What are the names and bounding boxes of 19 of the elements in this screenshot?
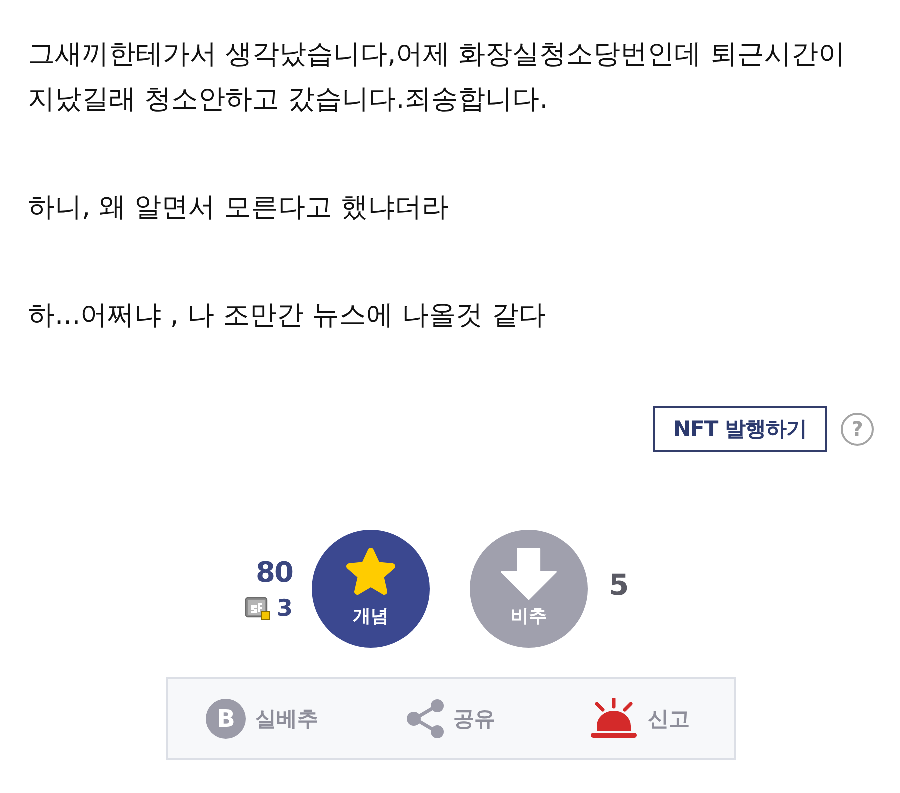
post-paragraph: 하...어쩌냐 , 나 조만간 뉴스에 나올것 같다	[28, 299, 547, 333]
letter-badge-icon: B	[206, 698, 246, 738]
post-paragraph: 그새끼한테가서 생각났습니다,어제 화장실청소당번인데 퇴근시간이 지났길래 청소안하고 갔습니다.죄송합니다.	[28, 38, 846, 117]
siren-icon	[589, 698, 640, 740]
action-button[interactable]: B 실베추	[206, 698, 318, 738]
post-paragraph: 하니, 왜 알면서 모른다고 했냐더라	[28, 191, 450, 225]
down-arrow-icon	[500, 547, 558, 601]
downvote-button[interactable]: 비추	[470, 530, 588, 648]
nft-issue-button[interactable]: NFT 발행하기	[653, 406, 827, 452]
downvote-count: 5	[609, 568, 630, 602]
share-icon	[406, 698, 444, 738]
help-button[interactable]: ?	[841, 412, 874, 446]
star-icon	[345, 547, 397, 597]
action-button[interactable]: 신고	[589, 698, 690, 740]
upvote-count: 80	[256, 556, 293, 590]
tile-icon	[244, 597, 271, 621]
action-button[interactable]: 공유	[406, 698, 496, 738]
upvote-button[interactable]: 개념	[312, 530, 430, 648]
fixed-upvote-count: 3	[276, 596, 293, 622]
